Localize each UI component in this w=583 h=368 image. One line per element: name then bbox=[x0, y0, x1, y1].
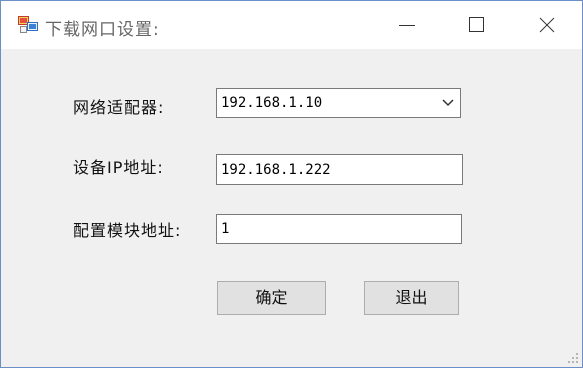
resize-grip-icon[interactable] bbox=[567, 352, 579, 364]
exit-button[interactable]: 退出 bbox=[364, 281, 459, 315]
adapter-select-value: 192.168.1.10 bbox=[221, 95, 323, 111]
maximize-button[interactable] bbox=[443, 1, 511, 49]
maximize-icon bbox=[469, 17, 484, 32]
adapter-label: 网络适配器: bbox=[73, 98, 165, 117]
device-ip-label: 设备IP地址: bbox=[73, 158, 164, 177]
minimize-icon bbox=[399, 25, 415, 26]
module-address-input[interactable] bbox=[216, 214, 462, 244]
device-ip-input[interactable] bbox=[216, 154, 463, 185]
chevron-down-icon bbox=[442, 99, 454, 107]
close-icon bbox=[539, 17, 555, 33]
app-icon bbox=[18, 16, 38, 34]
module-address-label: 配置模块地址: bbox=[73, 221, 182, 240]
adapter-select[interactable]: 192.168.1.10 bbox=[216, 88, 461, 118]
window-title: 下载网口设置: bbox=[45, 20, 160, 40]
minimize-button[interactable] bbox=[373, 1, 441, 49]
confirm-button[interactable]: 确定 bbox=[217, 281, 326, 315]
close-button[interactable] bbox=[513, 1, 581, 49]
title-bar[interactable]: 下载网口设置: bbox=[1, 1, 582, 49]
dialog-window: 下载网口设置: 网络适配器: 192.168.1.10 设备IP地址: 配置模块… bbox=[0, 0, 583, 368]
